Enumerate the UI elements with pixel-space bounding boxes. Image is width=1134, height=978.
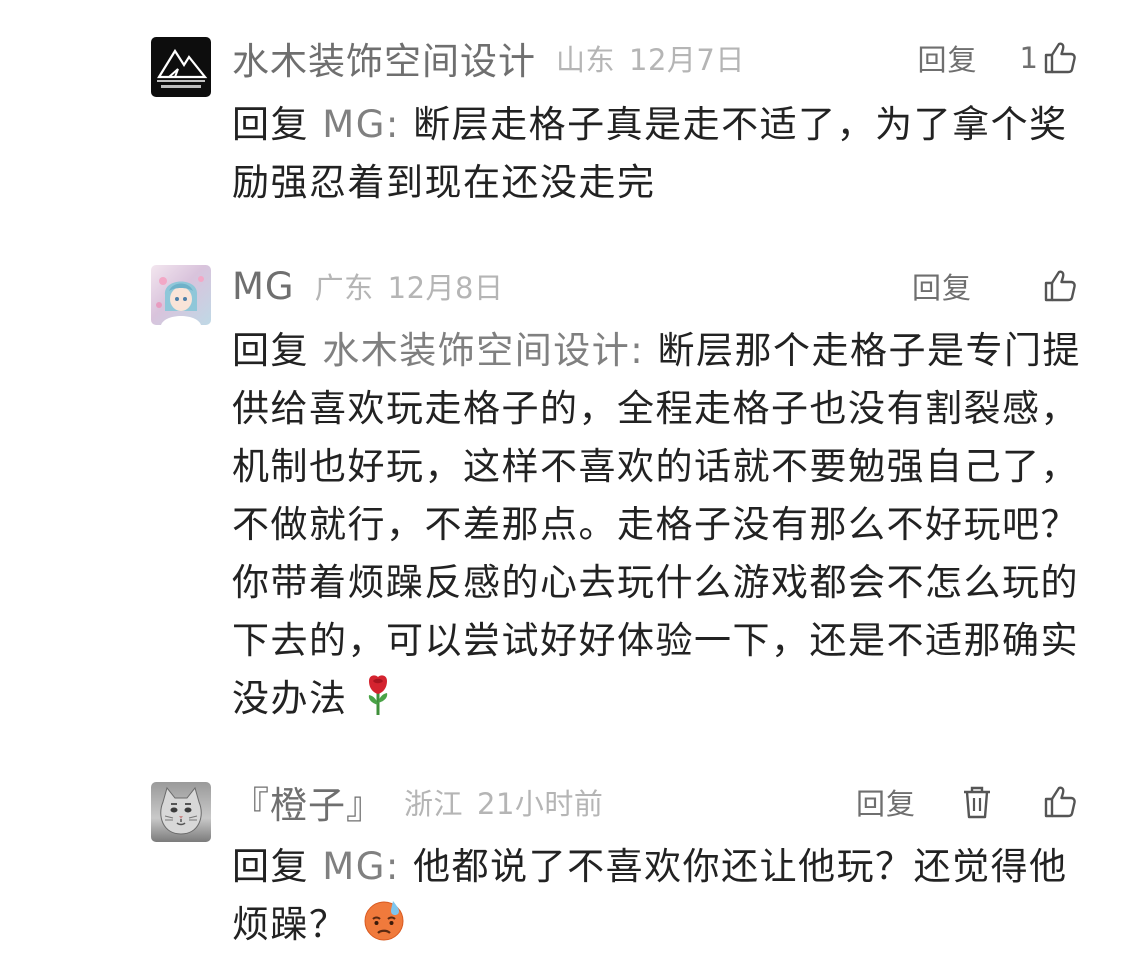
anime-avatar-icon bbox=[156, 276, 204, 325]
thumbs-up-icon bbox=[1044, 786, 1076, 818]
thumbs-up-icon bbox=[1044, 270, 1076, 302]
date-label: 21小时前 bbox=[477, 787, 604, 821]
comment-actions: 回复 bbox=[856, 777, 1078, 827]
comment-body: 回复 MG: 断层走格子真是走不适了，为了拿个奖励强忍着到现在还没走完 bbox=[232, 96, 1082, 212]
reply-button[interactable]: 回复 bbox=[856, 781, 916, 823]
thumbs-up-icon bbox=[1044, 42, 1076, 74]
reply-prefix: 回复 bbox=[232, 329, 309, 372]
avatar[interactable] bbox=[151, 265, 211, 325]
logo-avatar-icon bbox=[157, 48, 208, 88]
trash-icon bbox=[964, 786, 990, 819]
author-name[interactable]: 『橙子』 bbox=[232, 775, 384, 829]
like-button[interactable] bbox=[1042, 268, 1078, 304]
comment-actions: 回复 bbox=[912, 261, 1078, 311]
comment-meta: 广东 12月8日 bbox=[315, 265, 504, 307]
comment-body: 回复 MG: 他都说了不喜欢你还让他玩？还觉得他烦躁？ bbox=[232, 838, 1082, 960]
like-button[interactable] bbox=[1042, 784, 1078, 820]
comment-header: 『橙子』 浙江 21小时前 bbox=[232, 777, 603, 827]
sweat-face-emoji bbox=[361, 897, 407, 960]
comment-meta: 浙江 21小时前 bbox=[404, 781, 603, 823]
rose-emoji bbox=[361, 673, 395, 734]
comment-actions: 回复 1 bbox=[918, 33, 1078, 83]
comment-meta: 山东 12月7日 bbox=[556, 37, 745, 79]
avatar[interactable] bbox=[151, 37, 211, 97]
like-count: 1 bbox=[1019, 41, 1038, 75]
reply-prefix: 回复 bbox=[232, 845, 309, 888]
delete-button[interactable] bbox=[960, 784, 994, 820]
comment-header: 水木装饰空间设计 山东 12月7日 bbox=[232, 33, 745, 83]
avatar[interactable] bbox=[151, 782, 211, 842]
date-label: 12月8日 bbox=[387, 271, 504, 305]
reply-prefix: 回复 bbox=[232, 103, 309, 146]
cat-avatar-icon bbox=[160, 786, 202, 835]
reply-target[interactable]: 水木装饰空间设计: bbox=[322, 329, 644, 372]
author-name[interactable]: 水木装饰空间设计 bbox=[232, 31, 536, 85]
region-label: 广东 bbox=[314, 271, 374, 305]
comment-body: 回复 水木装饰空间设计: 断层那个走格子是专门提供给喜欢玩走格子的，全程走格子也… bbox=[232, 322, 1082, 734]
reply-target[interactable]: MG: bbox=[322, 103, 400, 146]
author-name[interactable]: MG bbox=[232, 265, 295, 308]
region-label: 浙江 bbox=[404, 787, 464, 821]
reply-button[interactable]: 回复 bbox=[912, 265, 972, 307]
like-button[interactable]: 1 bbox=[1020, 40, 1078, 76]
comment-header: MG 广东 12月8日 bbox=[232, 261, 503, 311]
reply-button[interactable]: 回复 bbox=[918, 37, 978, 79]
comment-text: 断层那个走格子是专门提供给喜欢玩走格子的，全程走格子也没有割裂感，机制也好玩，这… bbox=[232, 329, 1081, 720]
date-label: 12月7日 bbox=[629, 43, 745, 77]
region-label: 山东 bbox=[556, 43, 616, 77]
reply-target[interactable]: MG: bbox=[322, 845, 400, 888]
